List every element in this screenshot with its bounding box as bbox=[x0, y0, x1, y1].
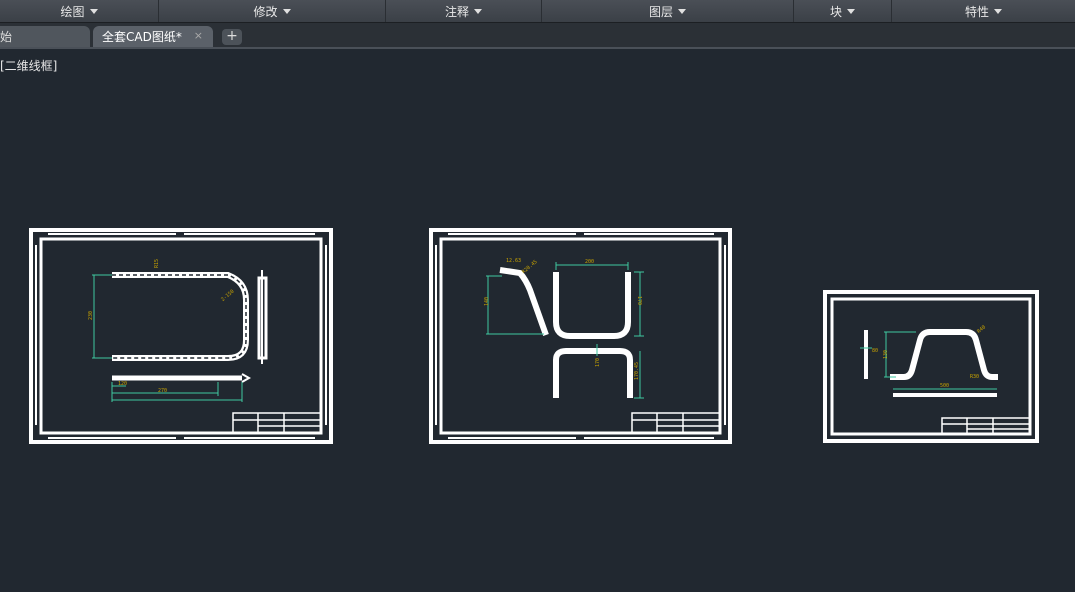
rod-end bbox=[241, 373, 252, 383]
title-block bbox=[631, 412, 721, 434]
title-block bbox=[232, 412, 322, 434]
drawing-sheet-1[interactable]: R15 2-150 230 120 270 bbox=[29, 228, 333, 444]
drawing-sheet-2[interactable]: 12.63 R20.45 200 140 170 170 170.45 bbox=[429, 228, 732, 444]
u-rod-upper bbox=[553, 272, 631, 339]
rod-centerline bbox=[112, 274, 247, 359]
dim-label: 500 bbox=[940, 383, 949, 389]
sheet-border bbox=[29, 228, 333, 444]
title-block bbox=[941, 417, 1031, 435]
u-rod-lower bbox=[553, 348, 633, 398]
dim-label: R40 bbox=[976, 324, 987, 334]
bent-rod-outline bbox=[112, 272, 249, 361]
dim-label: 170 bbox=[636, 296, 642, 305]
sheet-inner-frame bbox=[39, 237, 323, 435]
sheet-inner-frame bbox=[830, 297, 1032, 436]
dim-label: 12.63 bbox=[506, 258, 521, 264]
dim-label: R30 bbox=[970, 374, 979, 380]
dim-label: 270 bbox=[158, 388, 167, 394]
dim-label: 140 bbox=[484, 297, 490, 306]
angled-rod bbox=[499, 267, 549, 337]
drawing-canvas[interactable]: R15 2-150 230 120 270 12.63 R20.45 200 1… bbox=[0, 0, 1075, 592]
dim-label: 170 bbox=[595, 358, 601, 367]
dim-label: 120 bbox=[118, 381, 127, 387]
dim-label: 200 bbox=[585, 259, 594, 265]
dim-label: R20.45 bbox=[521, 259, 539, 275]
dim-label: 130 bbox=[883, 350, 889, 359]
hat-rod bbox=[890, 329, 998, 380]
dim-label: 2-150 bbox=[220, 289, 235, 303]
dim-label: 80 bbox=[872, 348, 878, 354]
drawing-sheet-3[interactable]: 80 R40 130 R30 500 bbox=[823, 290, 1039, 443]
dim-label: R15 bbox=[154, 259, 160, 268]
dim-label: 230 bbox=[88, 311, 94, 320]
dim-label: 170.45 bbox=[634, 362, 640, 380]
